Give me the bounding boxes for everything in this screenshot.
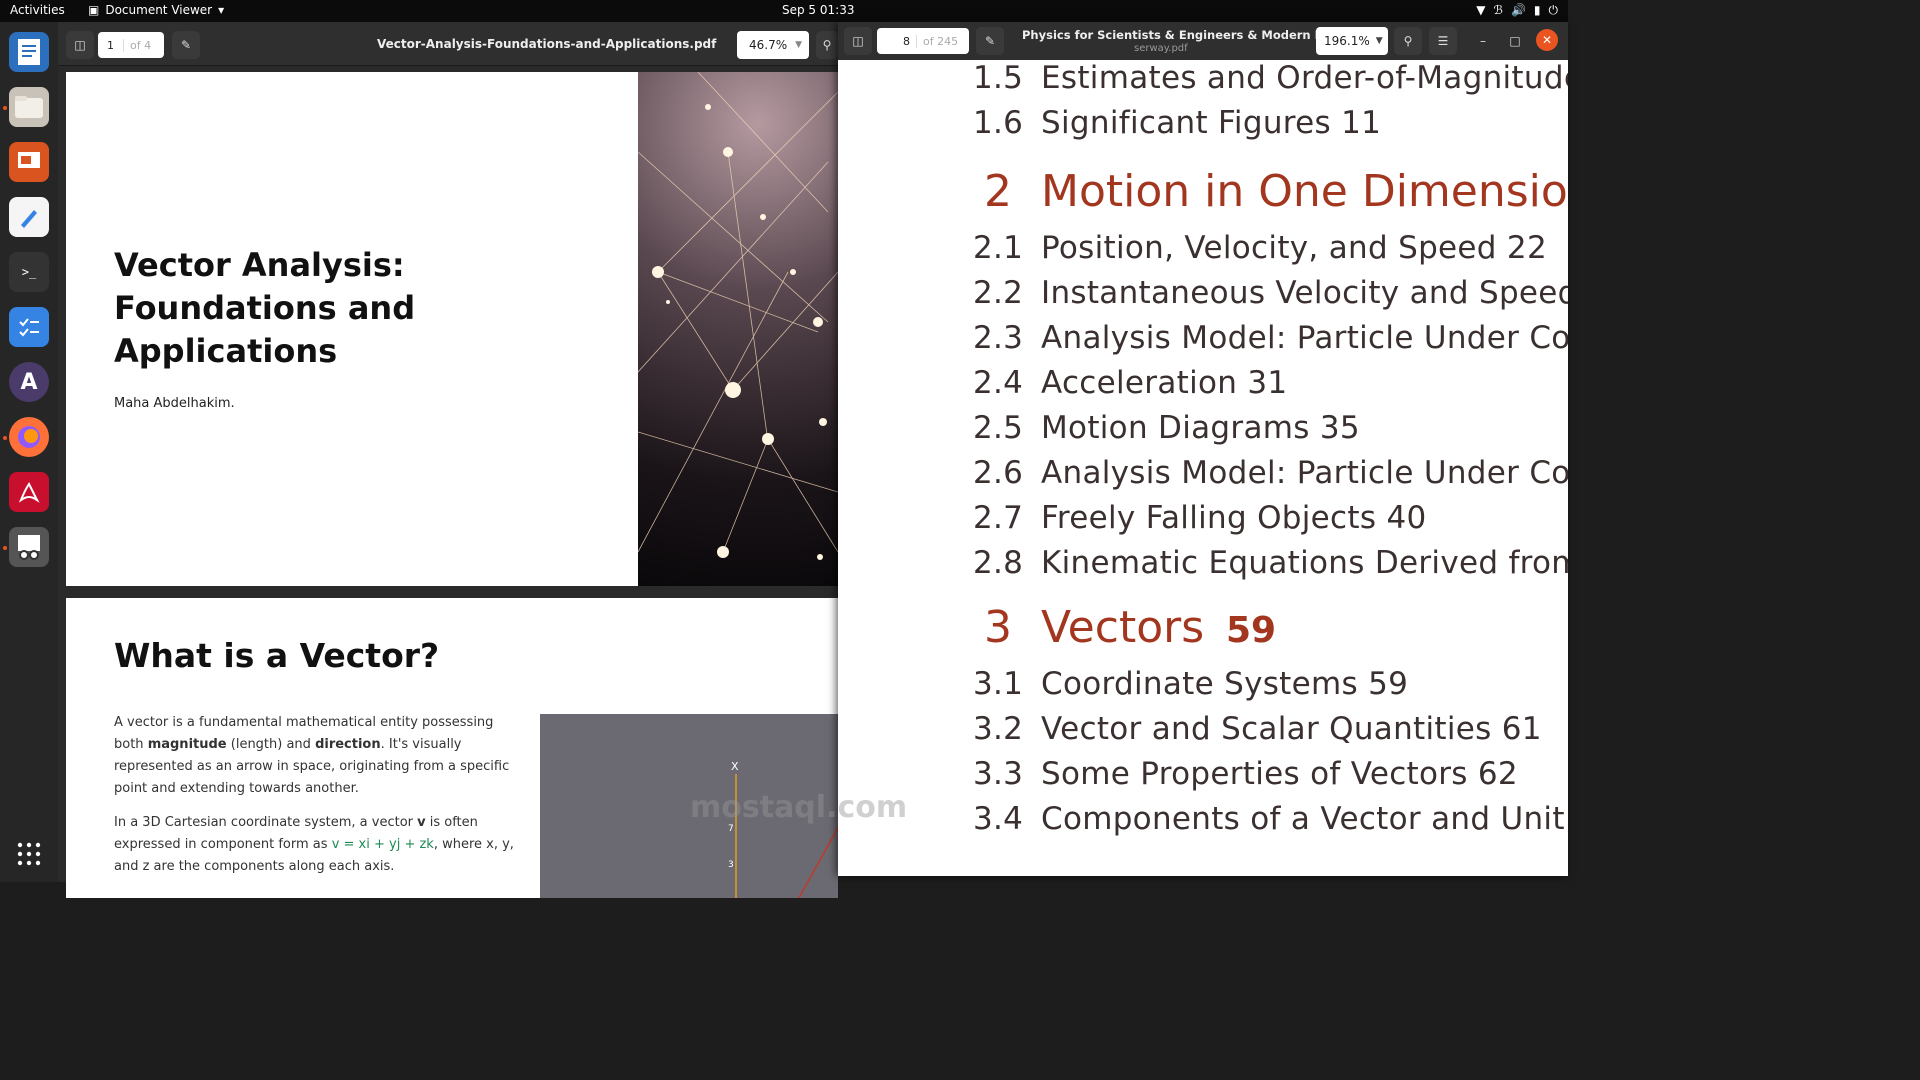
pdf-page-2: What is a Vector? A vector is a fundamen…	[66, 598, 838, 898]
pdf-page-1: Vector Analysis: Foundations and Applica…	[66, 72, 838, 586]
paragraph-1: A vector is a fundamental mathematical e…	[114, 715, 510, 796]
chapter-number: 2	[984, 166, 1012, 217]
vector-analysis-window: ◫ 1 of 4 ✎ Vector-Analysis-Foundations-a…	[58, 22, 838, 898]
chevron-down-icon: ▼	[795, 40, 803, 50]
search-icon[interactable]: ⚲	[816, 31, 838, 59]
chevron-down-icon: ▼	[1375, 36, 1383, 46]
volume-icon: 🔊	[1510, 3, 1526, 17]
sidebar-toggle-icon[interactable]: ◫	[66, 31, 94, 59]
chapter-page: 59	[1226, 610, 1277, 651]
writer-icon[interactable]	[9, 32, 49, 72]
figure-tick-label: 3	[728, 860, 734, 870]
figure-tick-label: 7	[728, 824, 734, 834]
annotate-icon[interactable]: ✎	[976, 27, 1004, 55]
tasks-icon[interactable]	[9, 307, 49, 347]
terminal-icon[interactable]: >_	[9, 252, 49, 292]
maximize-icon[interactable]: □	[1501, 27, 1529, 55]
dock: >_ A	[0, 22, 58, 882]
page-total: of 4	[130, 38, 152, 52]
annotate-icon[interactable]: ✎	[172, 31, 200, 59]
sidebar-toggle-icon[interactable]: ◫	[844, 27, 872, 55]
table-of-contents: 1.5 Estimates and Order-of-Magnitude Ca …	[838, 60, 1568, 876]
close-icon[interactable]: ✕	[1536, 29, 1558, 51]
document-title: Physics for Scientists & Engineers & Mod…	[1022, 28, 1335, 42]
chevron-down-icon: ▾	[218, 3, 225, 17]
clock[interactable]: Sep 5 01:33	[782, 3, 854, 17]
zoom-value: 196.1%	[1324, 34, 1370, 48]
header-bar: ◫ 1 of 4 ✎ Vector-Analysis-Foundations-a…	[58, 22, 838, 66]
files-icon[interactable]	[9, 87, 49, 127]
page-number-input[interactable]: 8	[877, 34, 917, 48]
text-editor-icon[interactable]	[9, 197, 49, 237]
app-menu[interactable]: ▣ Document Viewer ▾	[88, 3, 224, 17]
acrobat-icon[interactable]	[9, 472, 49, 512]
network-icon: ▼	[1476, 3, 1486, 17]
minimize-icon[interactable]: –	[1469, 27, 1497, 55]
page-total: of 245	[923, 34, 959, 48]
bluetooth-icon: ℬ	[1493, 3, 1503, 17]
document-viewer-dock-icon[interactable]	[9, 527, 49, 567]
header-bar: ◫ 8 of 245 ✎ Physics for Scientists & En…	[838, 22, 1568, 60]
network-art-image	[637, 72, 838, 586]
battery-icon: ▮	[1533, 3, 1541, 17]
page-selector[interactable]: 8 of 245	[877, 28, 969, 54]
section-heading: What is a Vector?	[114, 636, 440, 675]
chapter-title[interactable]: Motion in One Dimension	[1041, 166, 1568, 217]
page-selector[interactable]: 1 of 4	[98, 32, 164, 58]
zoom-value: 46.7%	[749, 38, 788, 52]
search-icon[interactable]: ⚲	[1394, 27, 1422, 55]
watermark: mostaql.com	[690, 790, 908, 825]
activities-button[interactable]: Activities	[10, 3, 65, 17]
system-tray[interactable]: ▼ ℬ 🔊 ▮ ⏻	[1476, 3, 1558, 18]
chapter-title[interactable]: Vectors	[1041, 602, 1204, 653]
zoom-select[interactable]: 46.7% ▼	[737, 31, 809, 59]
app-name: Document Viewer	[105, 3, 213, 17]
document-title: Vector-Analysis-Foundations-and-Applicat…	[377, 37, 717, 51]
impress-icon[interactable]	[9, 142, 49, 182]
chapter-number: 3	[984, 602, 1012, 653]
menu-icon[interactable]: ☰	[1429, 27, 1457, 55]
document-filename: serway.pdf	[1134, 43, 1188, 54]
power-icon: ⏻	[1548, 3, 1559, 17]
software-center-icon[interactable]: A	[9, 362, 49, 402]
author-name: Maha Abdelhakim.	[114, 396, 235, 411]
figure-axis-label: X	[731, 760, 739, 773]
page-number-input[interactable]: 1	[98, 38, 124, 52]
top-bar: Activities ▣ Document Viewer ▾ Sep 5 01:…	[0, 0, 1568, 22]
page-title: Vector Analysis: Foundations and Applica…	[114, 246, 416, 370]
firefox-icon[interactable]	[9, 417, 49, 457]
document-viewer-icon: ▣	[88, 3, 100, 17]
zoom-select[interactable]: 196.1% ▼	[1316, 27, 1388, 55]
show-apps-icon[interactable]	[9, 834, 49, 874]
physics-book-window: ◫ 8 of 245 ✎ Physics for Scientists & En…	[838, 22, 1568, 876]
paragraph-2: In a 3D Cartesian coordinate system, a v…	[114, 815, 514, 874]
